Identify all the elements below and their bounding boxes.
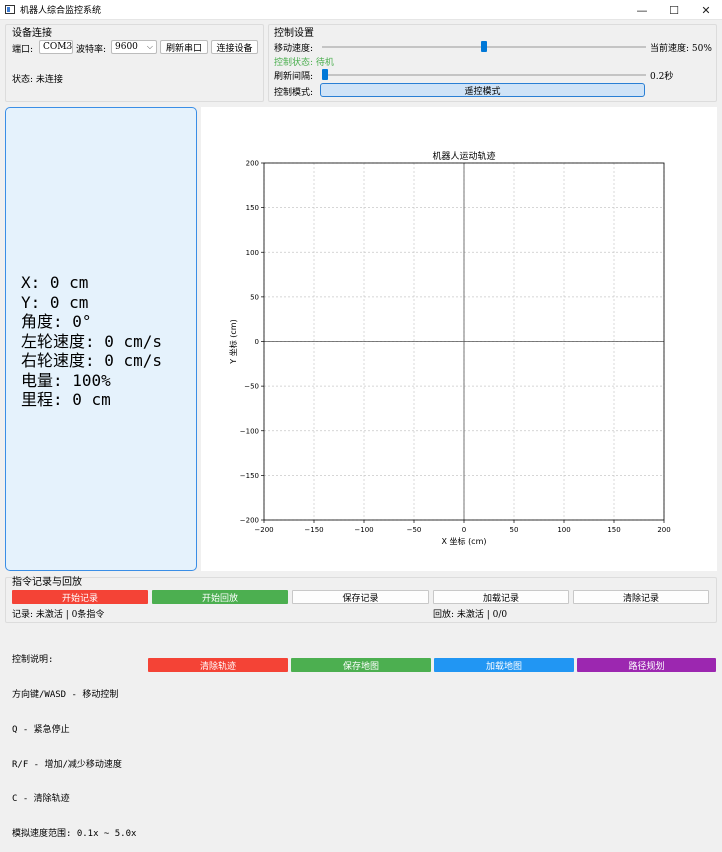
x-tick-label: −100 <box>354 526 373 534</box>
window-title: 机器人综合监控系统 <box>20 6 102 16</box>
help-line: 方向键/WASD - 移动控制 <box>12 689 119 700</box>
title-bar: 机器人综合监控系统 — ☐ ✕ <box>0 0 722 20</box>
right-wheel-speed: 右轮速度: 0 cm/s <box>21 351 163 370</box>
playback-status: 回放: 未激活 | 0/0 <box>433 610 508 620</box>
y-tick-label: −100 <box>240 427 259 435</box>
load-record-button[interactable]: 加载记录 <box>433 590 569 604</box>
help-text: 控制说明: 方向键/WASD - 移动控制 Q - 紧急停止 R/F - 增加/… <box>12 632 136 852</box>
chevron-down-icon: ⌵ <box>146 42 153 51</box>
y-tick-label: 150 <box>246 204 259 212</box>
y-tick-label: 0 <box>255 338 259 346</box>
y-tick-label: 50 <box>250 293 259 301</box>
interval-slider-track[interactable] <box>322 74 646 76</box>
y-tick-label: −200 <box>240 517 259 525</box>
interval-label: 刷新间隔: <box>274 72 314 82</box>
mode-label: 控制模式: <box>274 88 314 98</box>
maximize-button[interactable]: ☐ <box>658 0 690 20</box>
x-tick-label: 50 <box>510 526 519 534</box>
y-tick-label: 100 <box>246 249 259 257</box>
interval-slider-handle[interactable] <box>322 69 328 80</box>
x-tick-label: −200 <box>254 526 273 534</box>
help-line: 控制说明: <box>12 655 54 666</box>
path-plan-button[interactable]: 路径规划 <box>577 658 716 672</box>
x-tick-label: −50 <box>407 526 422 534</box>
save-record-button[interactable]: 保存记录 <box>292 590 429 604</box>
baud-value: 9600 <box>115 42 138 52</box>
heading-angle: 角度: 0° <box>21 312 92 331</box>
app-icon <box>5 5 15 14</box>
battery-level: 电量: 100% <box>21 370 111 390</box>
trajectory-chart-area[interactable]: −200 −150 −100 −50 0 50 100 150 200 −200 −150 −100 −… <box>201 107 717 571</box>
chart-title: 机器人运动轨迹 <box>432 150 495 162</box>
help-line: Q - 紧急停止 <box>12 724 70 735</box>
speed-slider-handle[interactable] <box>481 41 487 52</box>
start-record-button[interactable]: 开始记录 <box>12 590 148 604</box>
position-y: Y: 0 cm <box>21 292 89 312</box>
interval-readout: 0.2秒 <box>650 72 674 82</box>
speed-label: 移动速度: <box>274 44 314 54</box>
x-tick-label: 200 <box>657 526 670 534</box>
minimize-button[interactable]: — <box>626 0 658 20</box>
control-state: 控制状态: 待机 <box>274 58 334 68</box>
help-line: C - 清除轨迹 <box>12 794 70 805</box>
device-group-title: 设备连接 <box>12 28 52 39</box>
x-tick-label: −150 <box>304 526 323 534</box>
load-map-button[interactable]: 加载地图 <box>434 658 574 672</box>
x-tick-label: 100 <box>557 526 570 534</box>
position-x: X: 0 cm <box>21 273 89 292</box>
speed-readout: 当前速度: 50% <box>650 44 712 54</box>
y-tick-label: −50 <box>244 383 259 391</box>
connect-button[interactable]: 连接设备 <box>211 40 258 54</box>
x-tick-label: 0 <box>462 526 466 534</box>
robot-status-panel: X: 0 cm Y: 0 cm 角度: 0° 左轮速度: 0 cm/s 右轮速度… <box>5 107 197 571</box>
y-axis-label: Y 坐标 (cm) <box>228 319 238 364</box>
baud-select[interactable]: 9600 ⌵ <box>111 40 157 54</box>
start-playback-button[interactable]: 开始回放 <box>152 590 288 604</box>
left-wheel-speed: 左轮速度: 0 cm/s <box>21 331 163 351</box>
clear-record-button[interactable]: 清除记录 <box>573 590 709 604</box>
chevron-down-icon: ⌵ <box>62 42 69 51</box>
y-tick-label: 200 <box>246 160 259 168</box>
close-button[interactable]: ✕ <box>690 0 722 20</box>
control-group-title: 控制设置 <box>274 28 314 39</box>
port-select[interactable]: COM3 ⌵ <box>39 40 73 54</box>
x-axis-label: X 坐标 (cm) <box>442 536 487 546</box>
record-status: 记录: 未激活 | 0条指令 <box>12 610 105 620</box>
record-group-title: 指令记录与回放 <box>12 577 82 588</box>
connection-status: 状态: 未连接 <box>12 75 63 85</box>
mileage: 里程: 0 cm <box>21 390 111 409</box>
trajectory-chart[interactable]: −200 −150 −100 −50 0 50 100 150 200 −200 −150 −100 −… <box>201 107 717 571</box>
y-tick-label: −150 <box>240 472 259 480</box>
x-tick-label: 150 <box>607 526 620 534</box>
refresh-ports-button[interactable]: 刷新串口 <box>160 40 208 54</box>
help-line: 模拟速度范围: 0.1x ~ 5.0x <box>12 829 137 840</box>
mode-button[interactable]: 遥控模式 <box>320 83 645 97</box>
help-line: R/F - 增加/减少移动速度 <box>12 759 122 770</box>
port-label: 端口: <box>12 45 34 55</box>
clear-track-button[interactable]: 清除轨迹 <box>148 658 288 672</box>
baud-label: 波特率: <box>76 45 107 55</box>
save-map-button[interactable]: 保存地图 <box>291 658 431 672</box>
